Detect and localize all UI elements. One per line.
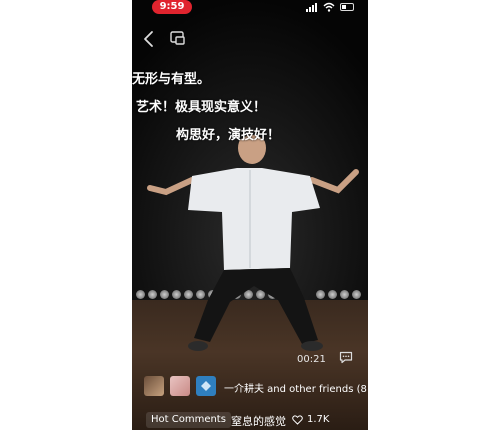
hot-comments-row: Hot Comments 窒息的感觉 1.7K (146, 412, 368, 428)
friend-avatar (170, 376, 190, 396)
back-arrow-icon[interactable] (142, 30, 156, 48)
video-player[interactable]: 9:59 无形与有型。 艺术！极具现实意义！ 构思好，演技好！ 00:21 一介… (132, 0, 368, 430)
dancer-figure (147, 131, 359, 351)
battery-icon (340, 3, 354, 11)
video-duration: 00:21 (297, 354, 326, 365)
diamond-icon (201, 381, 211, 391)
overlay-comment: 艺术！极具现实意义！ (136, 100, 267, 115)
likes-count: 1.7K (307, 414, 330, 425)
picture-in-picture-icon[interactable] (170, 31, 185, 46)
friends-text: 一介耕夫 and other friends (8 (224, 384, 367, 395)
overlay-comment: 构思好，演技好！ (176, 128, 281, 143)
hot-comments-button[interactable]: Hot Comments (146, 412, 231, 428)
wifi-icon (323, 2, 335, 12)
system-icons (306, 2, 354, 12)
signal-icon (306, 3, 318, 12)
friend-avatar (144, 376, 164, 396)
comment-bubble-icon[interactable] (339, 351, 353, 364)
status-time: 9:59 (152, 0, 192, 14)
friends-row[interactable]: 一介耕夫 and other friends (8 (144, 376, 368, 398)
friend-avatar (196, 376, 216, 396)
heart-icon[interactable] (292, 415, 303, 425)
hot-comment-text[interactable]: 窒息的感觉 (231, 413, 286, 429)
status-bar: 9:59 (132, 0, 368, 16)
overlay-comment: 无形与有型。 (132, 72, 211, 87)
